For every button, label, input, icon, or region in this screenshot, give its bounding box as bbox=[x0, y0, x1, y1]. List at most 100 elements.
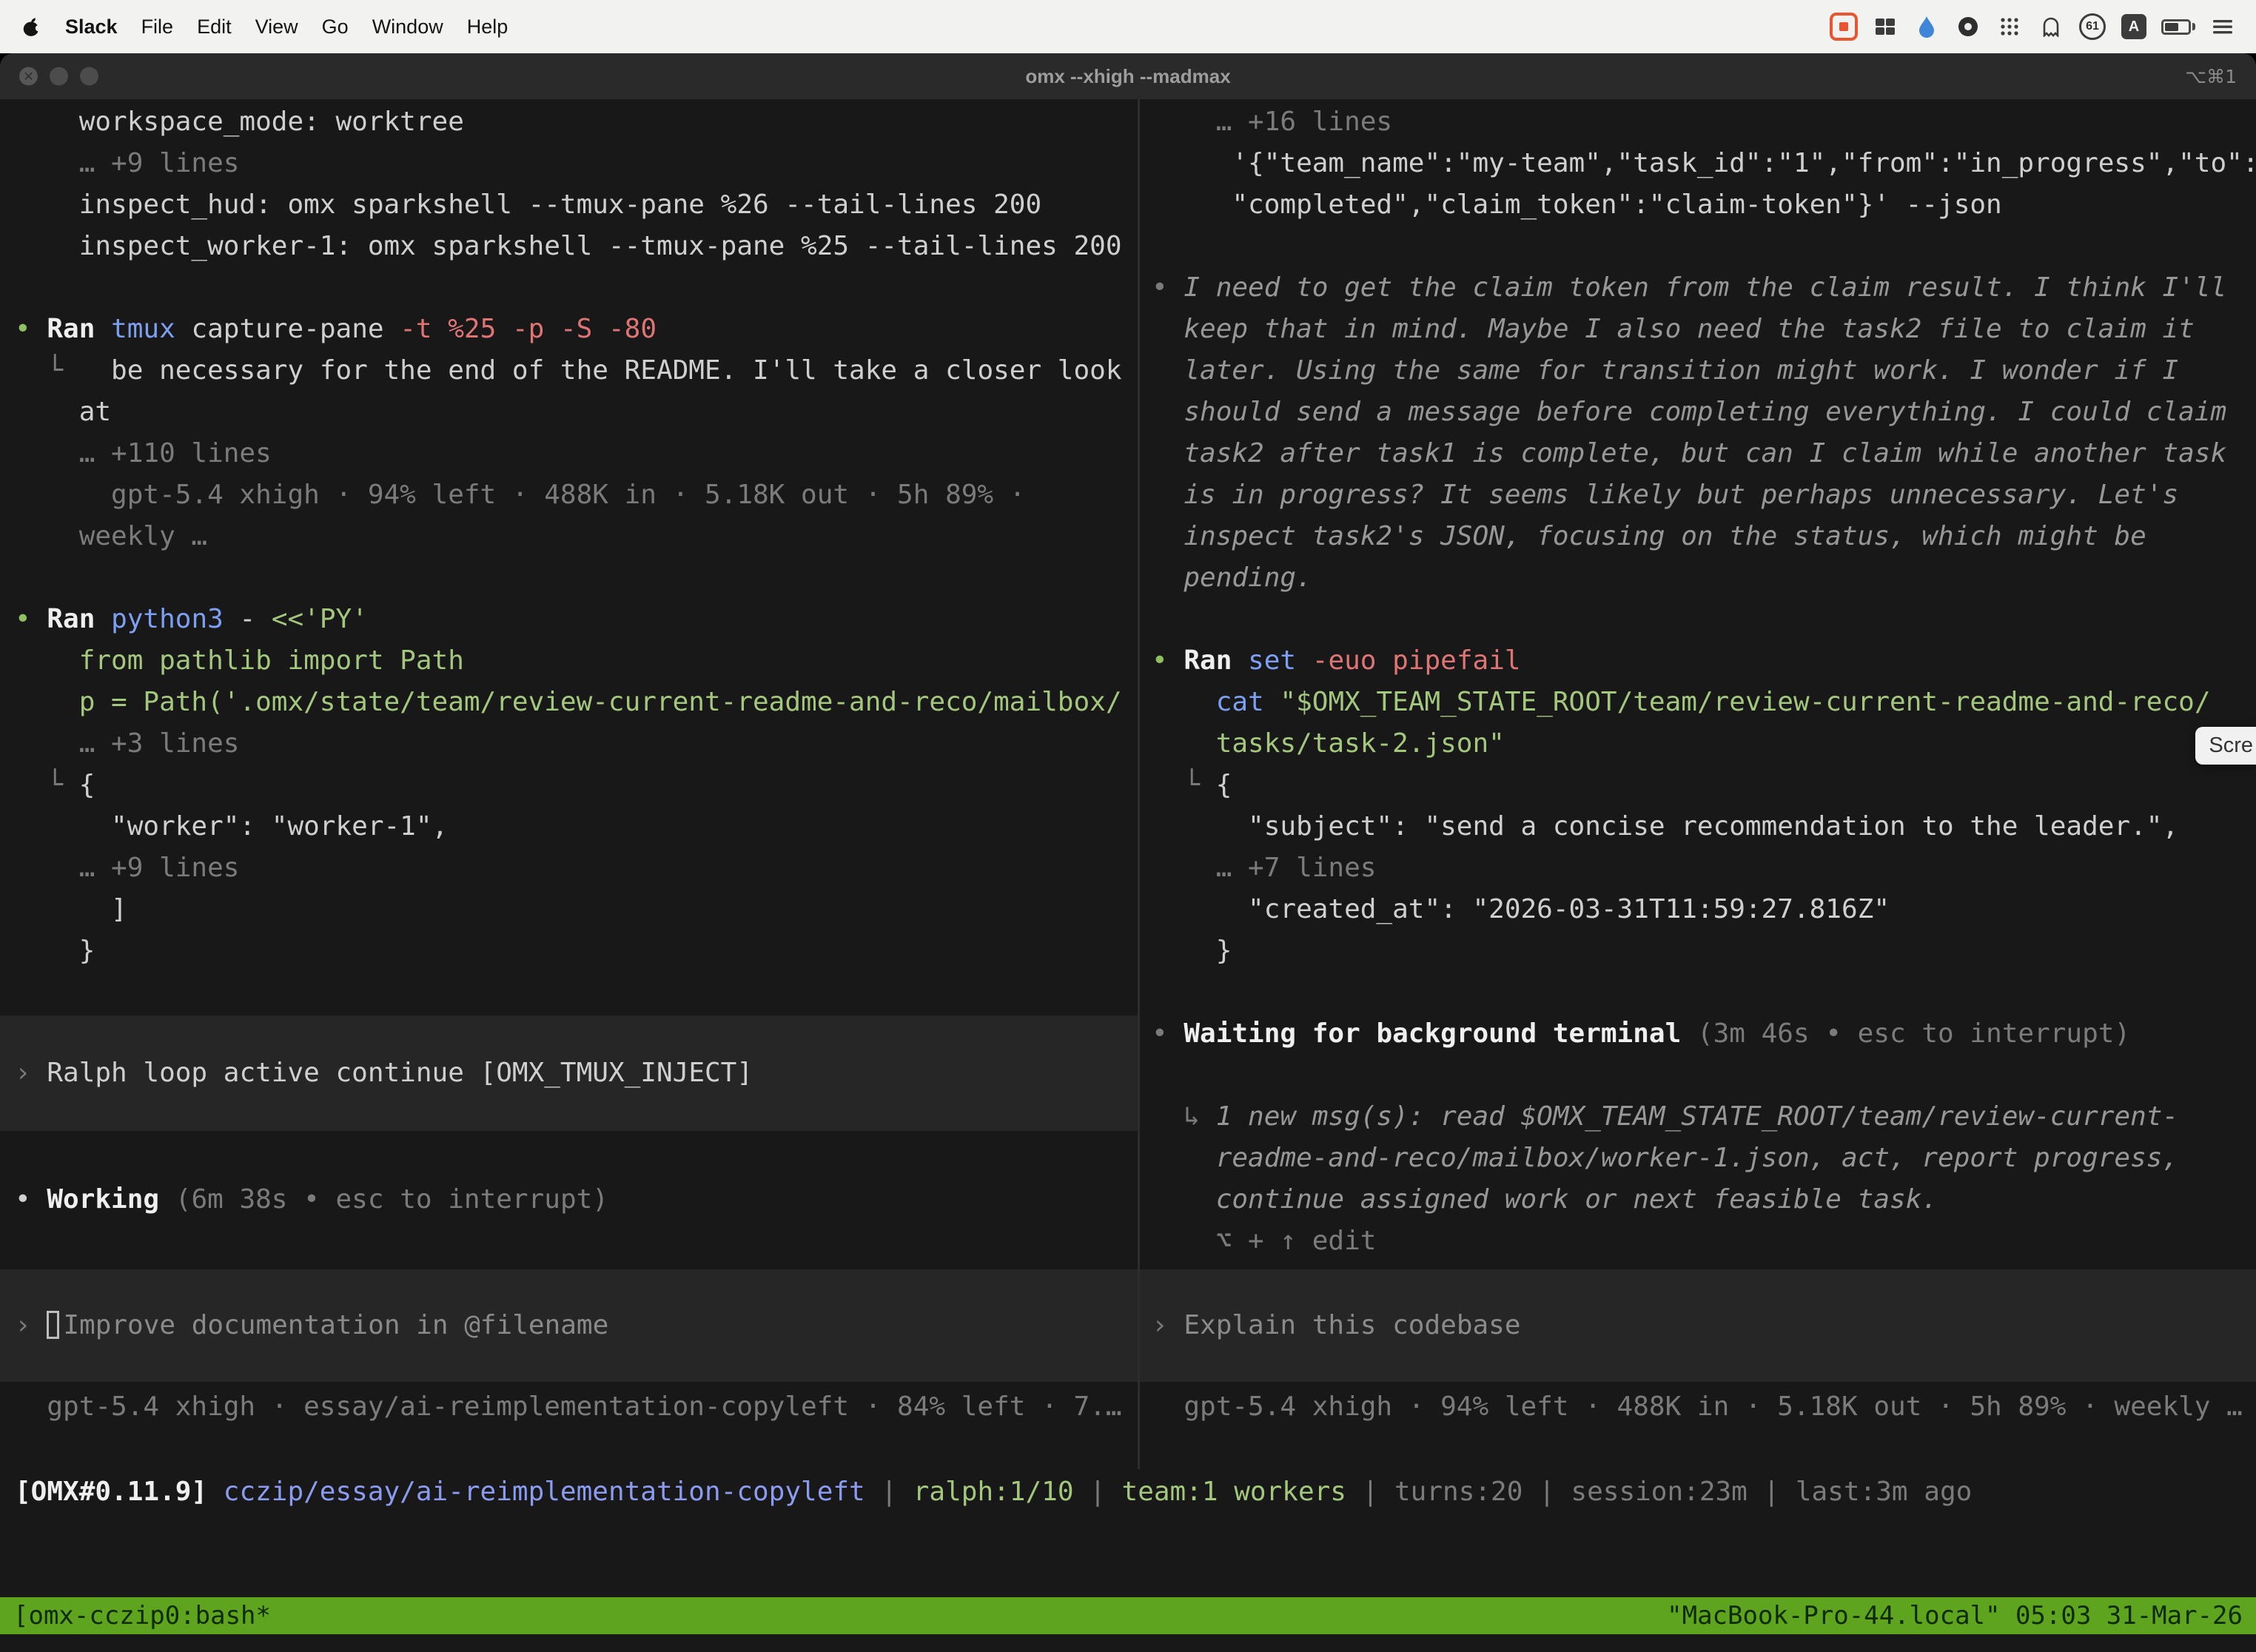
menu-slack[interactable]: Slack bbox=[53, 16, 130, 38]
terminal-line: inspect_worker-1: omx sparkshell --tmux-… bbox=[0, 226, 1138, 267]
menu-view[interactable]: View bbox=[244, 16, 310, 38]
input-source-letter: A bbox=[2121, 14, 2146, 39]
terminal-line: workspace_mode: worktree bbox=[0, 101, 1138, 143]
terminal-line bbox=[0, 557, 1138, 599]
terminal-line: › Improve documentation in @filename bbox=[0, 1305, 1138, 1346]
tmux-status-bar: [omx-cczip0:bash* "MacBook-Pro-44.local"… bbox=[0, 1597, 2256, 1634]
menu-lines-icon[interactable] bbox=[2209, 10, 2237, 43]
dots-grid-icon[interactable] bbox=[1995, 10, 2024, 43]
battery-ring-value: 61 bbox=[2079, 13, 2106, 40]
circle-app-icon[interactable] bbox=[1954, 10, 1982, 43]
menu-go[interactable]: Go bbox=[310, 16, 360, 38]
screen-notification-tooltip: Scre bbox=[2195, 727, 2256, 765]
terminal-line: task2 after task1 is complete, but can I… bbox=[1140, 433, 2256, 474]
terminal-line: gpt-5.4 xhigh · 94% left · 488K in · 5.1… bbox=[1140, 1386, 2256, 1428]
terminal-line: … +7 lines bbox=[1140, 847, 2256, 889]
terminal-line: • I need to get the claim token from the… bbox=[1140, 267, 2256, 309]
terminal-line: weekly … bbox=[0, 516, 1138, 557]
terminal-line: keep that in mind. Maybe I also need the… bbox=[1140, 309, 2256, 350]
terminal-line: ↳ 1 new msg(s): read $OMX_TEAM_STATE_ROO… bbox=[1140, 1096, 2256, 1138]
menu-window[interactable]: Window bbox=[360, 16, 455, 38]
terminal-line: ] bbox=[0, 889, 1138, 930]
zoom-button[interactable] bbox=[80, 67, 98, 86]
terminal-line: … +110 lines bbox=[0, 433, 1138, 474]
terminal-line bbox=[1140, 599, 2256, 640]
omx-session-status-line: [OMX#0.11.9] cczip/essay/ai-reimplementa… bbox=[0, 1471, 2256, 1513]
terminal-window: × omx --xhigh --madmax ⌥⌘1 workspace_mod… bbox=[0, 53, 2256, 1652]
input-source-icon[interactable]: A bbox=[2120, 10, 2148, 43]
terminal-line: continue assigned work or next feasible … bbox=[1140, 1179, 2256, 1220]
terminal-line: "subject": "send a concise recommendatio… bbox=[1140, 806, 2256, 847]
terminal-line: › Explain this codebase bbox=[1140, 1305, 2256, 1346]
window-grid-icon[interactable] bbox=[1871, 10, 1899, 43]
menu-bar-status-icons: 61 A bbox=[1830, 10, 2256, 43]
terminal-line: gpt-5.4 xhigh · 94% left · 488K in · 5.1… bbox=[0, 474, 1138, 516]
window-shortcut-hint: ⌥⌘1 bbox=[2185, 66, 2237, 87]
terminal-line: … +3 lines bbox=[0, 723, 1138, 765]
terminal-line: • Ran set -euo pipefail bbox=[1140, 640, 2256, 682]
traffic-lights: × bbox=[19, 67, 98, 86]
menu-bar-left: SlackFileEditViewGoWindowHelp bbox=[0, 16, 520, 38]
terminal-line: '{"team_name":"my-team","task_id":"1","f… bbox=[1140, 143, 2256, 184]
terminal-line: … +9 lines bbox=[0, 847, 1138, 889]
menu-items: SlackFileEditViewGoWindowHelp bbox=[53, 16, 520, 38]
terminal-line: later. Using the same for transition mig… bbox=[1140, 350, 2256, 392]
text-cursor bbox=[47, 1311, 59, 1339]
terminal-line bbox=[1140, 1055, 2256, 1096]
terminal-line: └ { bbox=[0, 765, 1138, 806]
close-button[interactable]: × bbox=[19, 67, 38, 86]
terminal-line: from pathlib import Path bbox=[0, 640, 1138, 682]
terminal-line: "worker": "worker-1", bbox=[0, 806, 1138, 847]
window-title: omx --xhigh --madmax bbox=[1025, 65, 1230, 88]
terminal-line bbox=[0, 972, 1138, 1013]
battery-ring-badge[interactable]: 61 bbox=[2078, 10, 2106, 43]
composer-input[interactable]: › Explain this codebase bbox=[1140, 1269, 2256, 1382]
screen-recording-stop-icon[interactable] bbox=[1830, 10, 1858, 43]
menu-help[interactable]: Help bbox=[455, 16, 520, 38]
battery-icon[interactable] bbox=[2161, 10, 2195, 43]
menu-file[interactable]: File bbox=[130, 16, 186, 38]
terminal-line: inspect_hud: omx sparkshell --tmux-pane … bbox=[0, 184, 1138, 226]
water-drop-icon[interactable] bbox=[1913, 10, 1941, 43]
terminal-line bbox=[1140, 972, 2256, 1013]
terminal-line: • Waiting for background terminal (3m 46… bbox=[1140, 1013, 2256, 1055]
window-title-bar[interactable]: × omx --xhigh --madmax ⌥⌘1 bbox=[0, 53, 2256, 100]
ralph-inject-banner[interactable]: › Ralph loop active continue [OMX_TMUX_I… bbox=[0, 1015, 1138, 1131]
macos-menu-bar: SlackFileEditViewGoWindowHelp 61 bbox=[0, 0, 2256, 53]
terminal-line: › Ralph loop active continue [OMX_TMUX_I… bbox=[0, 1052, 1138, 1094]
ghost-icon[interactable] bbox=[2037, 10, 2065, 43]
terminal-line: is in progress? It seems likely but perh… bbox=[1140, 474, 2256, 516]
terminal-line: tasks/task-2.json" bbox=[1140, 723, 2256, 765]
tmux-host-clock: "MacBook-Pro-44.local" 05:03 31-Mar-26 bbox=[1667, 1597, 2243, 1634]
terminal-line: • Working (6m 38s • esc to interrupt) bbox=[0, 1179, 1138, 1220]
terminal-line: ⌥ + ↑ edit bbox=[1140, 1220, 2256, 1262]
terminal-line: inspect task2's JSON, focusing on the st… bbox=[1140, 516, 2256, 557]
terminal-line: } bbox=[0, 930, 1138, 972]
terminal-line: … +9 lines bbox=[0, 143, 1138, 184]
terminal-line: cat "$OMX_TEAM_STATE_ROOT/team/review-cu… bbox=[1140, 682, 2256, 723]
terminal-line: "completed","claim_token":"claim-token"}… bbox=[1140, 184, 2256, 226]
terminal-content: workspace_mode: worktree … +9 lines insp… bbox=[0, 99, 2256, 1652]
terminal-line bbox=[0, 267, 1138, 309]
terminal-line: gpt-5.4 xhigh · essay/ai-reimplementatio… bbox=[0, 1386, 1138, 1428]
terminal-line: "created_at": "2026-03-31T11:59:27.816Z" bbox=[1140, 889, 2256, 930]
tmux-session-name: [omx-cczip0:bash* bbox=[13, 1597, 271, 1634]
terminal-line: [OMX#0.11.9] cczip/essay/ai-reimplementa… bbox=[0, 1471, 2256, 1513]
minimize-button[interactable] bbox=[50, 67, 68, 86]
tooltip-text: Scre bbox=[2209, 733, 2253, 757]
terminal-line bbox=[1140, 226, 2256, 267]
terminal-line: └ be necessary for the end of the README… bbox=[0, 350, 1138, 392]
terminal-line: } bbox=[1140, 930, 2256, 972]
apple-menu-icon[interactable] bbox=[22, 16, 41, 38]
terminal-line: └ { bbox=[1140, 765, 2256, 806]
composer-input[interactable]: › Improve documentation in @filename bbox=[0, 1269, 1138, 1382]
terminal-line: … +16 lines bbox=[1140, 101, 2256, 143]
terminal-line: should send a message before completing … bbox=[1140, 392, 2256, 433]
terminal-line: p = Path('.omx/state/team/review-current… bbox=[0, 682, 1138, 723]
agent-pane-left: workspace_mode: worktree … +9 lines insp… bbox=[0, 99, 1138, 1428]
agent-pane-right: … +16 lines '{"team_name":"my-team","tas… bbox=[1140, 99, 2256, 1428]
menu-edit[interactable]: Edit bbox=[185, 16, 244, 38]
terminal-line: • Ran python3 - <<'PY' bbox=[0, 599, 1138, 640]
terminal-line: • Ran tmux capture-pane -t %25 -p -S -80 bbox=[0, 309, 1138, 350]
terminal-line: readme-and-reco/mailbox/worker-1.json, a… bbox=[1140, 1138, 2256, 1179]
